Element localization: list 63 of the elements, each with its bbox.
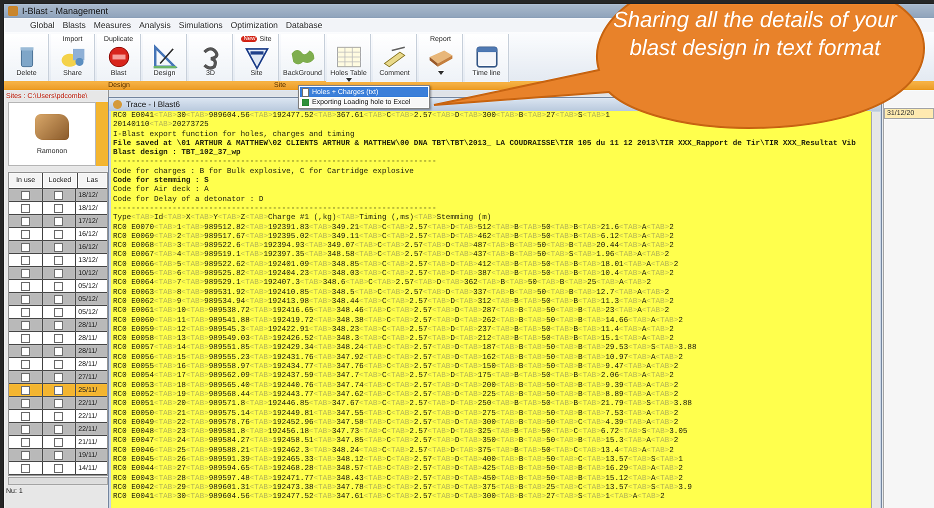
checkbox[interactable] xyxy=(20,334,30,342)
callout-text: Sharing all the details of your blast design in text format xyxy=(612,6,898,62)
checkbox[interactable] xyxy=(20,398,30,408)
checkbox[interactable] xyxy=(54,294,64,304)
checkbox[interactable] xyxy=(20,308,30,316)
menu-item[interactable]: Blasts xyxy=(62,20,86,30)
document-icon xyxy=(302,88,309,96)
checkbox[interactable] xyxy=(54,268,64,278)
checkbox[interactable] xyxy=(54,190,64,200)
menu-item[interactable]: Analysis xyxy=(139,20,171,30)
checkbox[interactable] xyxy=(20,230,30,238)
checkbox[interactable] xyxy=(54,450,64,460)
checkbox[interactable] xyxy=(54,216,64,226)
checkbox[interactable] xyxy=(20,256,30,264)
app-icon xyxy=(8,6,18,16)
checkbox[interactable] xyxy=(54,320,64,330)
horizontal-scrollbar[interactable] xyxy=(8,477,108,485)
checkbox[interactable] xyxy=(20,464,30,472)
checkbox[interactable] xyxy=(20,438,30,446)
checkbox[interactable] xyxy=(54,282,64,290)
checkbox[interactable] xyxy=(54,424,64,434)
rock-icon xyxy=(35,114,69,140)
checkbox[interactable] xyxy=(54,230,64,238)
checkbox[interactable] xyxy=(54,398,64,408)
checkbox[interactable] xyxy=(20,204,30,212)
checkbox[interactable] xyxy=(54,256,64,264)
checkbox[interactable] xyxy=(20,386,30,394)
checkbox[interactable] xyxy=(20,190,30,200)
trace-window-title: Trace - I Blast6 xyxy=(126,100,180,109)
menu-item[interactable]: Optimization xyxy=(230,20,278,30)
checkbox[interactable] xyxy=(54,438,64,446)
checkbox[interactable] xyxy=(20,346,30,356)
window-title: I-Blast - Management xyxy=(22,6,108,16)
checkbox[interactable] xyxy=(54,308,64,316)
checkbox[interactable] xyxy=(20,268,30,278)
checkbox[interactable] xyxy=(54,204,64,212)
checkbox[interactable] xyxy=(20,282,30,290)
menu-item[interactable]: Global xyxy=(30,20,55,30)
checkbox[interactable] xyxy=(20,294,30,304)
checkbox[interactable] xyxy=(54,386,64,394)
checkbox[interactable] xyxy=(20,360,30,368)
checkbox[interactable] xyxy=(54,412,64,420)
checkbox[interactable] xyxy=(54,372,64,382)
menu-item[interactable]: Measures xyxy=(94,20,132,30)
checkbox[interactable] xyxy=(54,360,64,368)
checkbox[interactable] xyxy=(20,216,30,226)
spreadsheet-icon xyxy=(302,98,309,106)
window-icon xyxy=(113,100,122,109)
checkbox[interactable] xyxy=(54,464,64,472)
checkbox[interactable] xyxy=(20,320,30,330)
checkbox[interactable] xyxy=(20,412,30,420)
menu-item[interactable]: Database xyxy=(286,20,322,30)
dropdown-arrow-icon[interactable] xyxy=(438,71,444,75)
table-icon xyxy=(334,44,362,70)
checkbox[interactable] xyxy=(20,242,30,252)
checkbox[interactable] xyxy=(20,424,30,434)
checkbox[interactable] xyxy=(20,450,30,460)
checkbox[interactable] xyxy=(54,346,64,356)
checkbox[interactable] xyxy=(20,372,30,382)
vertical-scrollbar[interactable] xyxy=(871,112,880,508)
checkbox[interactable] xyxy=(54,242,64,252)
checkbox[interactable] xyxy=(54,334,64,342)
menu-item[interactable]: Simulations xyxy=(178,20,223,30)
